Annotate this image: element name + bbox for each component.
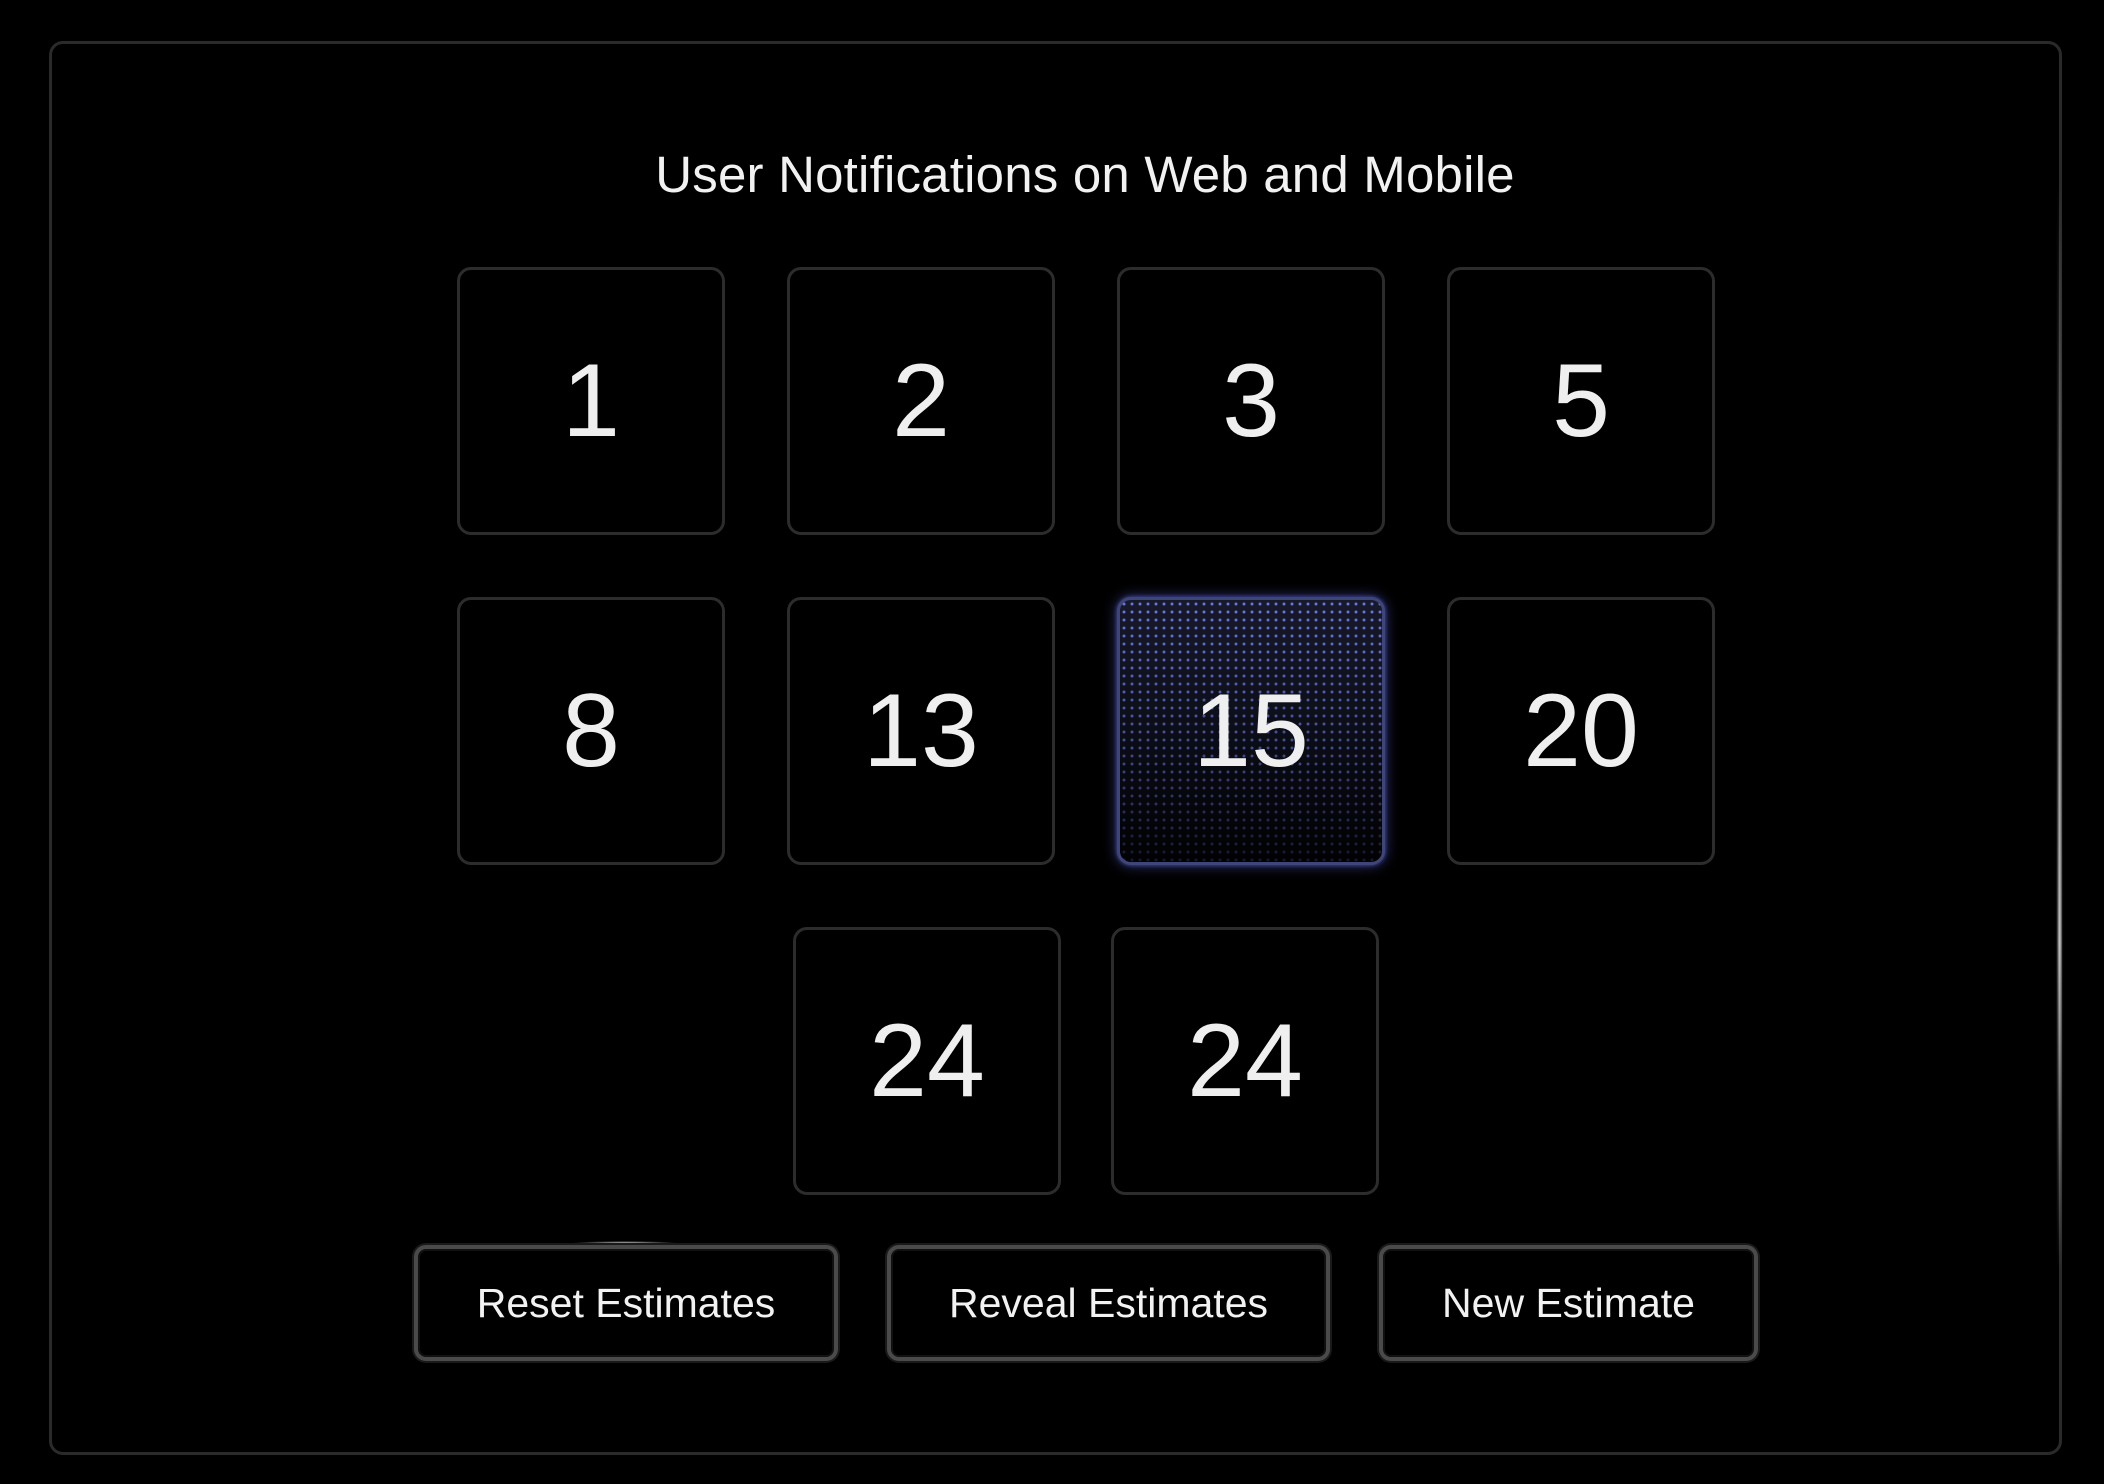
estimate-card-3[interactable]: 3 (1117, 267, 1385, 535)
estimate-card-15-selected[interactable]: 15 (1117, 597, 1385, 865)
reset-estimates-button[interactable]: Reset Estimates (414, 1245, 838, 1361)
estimate-card-value: 1 (562, 342, 620, 459)
estimate-card-1[interactable]: 1 (457, 267, 725, 535)
estimate-card-value: 24 (1187, 1002, 1303, 1119)
panel-edge-glow (2058, 180, 2061, 1270)
estimate-title: User Notifications on Web and Mobile (655, 146, 1515, 203)
reveal-estimates-button[interactable]: Reveal Estimates (887, 1245, 1330, 1361)
estimate-card-8[interactable]: 8 (457, 597, 725, 865)
estimate-card-value: 5 (1552, 342, 1610, 459)
estimate-card-value: 15 (1193, 672, 1309, 789)
estimate-card-value: 2 (892, 342, 950, 459)
estimate-card-value: 20 (1523, 672, 1639, 789)
estimate-card-24-alt[interactable]: 24 (1111, 927, 1379, 1195)
estimate-card-value: 13 (863, 672, 979, 789)
estimate-card-2[interactable]: 2 (787, 267, 1055, 535)
estimate-card-20[interactable]: 20 (1447, 597, 1715, 865)
estimation-panel (49, 41, 2062, 1455)
estimate-card-13[interactable]: 13 (787, 597, 1055, 865)
estimate-card-value: 8 (562, 672, 620, 789)
estimate-card-5[interactable]: 5 (1447, 267, 1715, 535)
estimate-card-value: 3 (1222, 342, 1280, 459)
new-estimate-button[interactable]: New Estimate (1379, 1245, 1758, 1361)
estimate-card-value: 24 (869, 1002, 985, 1119)
estimate-card-24[interactable]: 24 (793, 927, 1061, 1195)
